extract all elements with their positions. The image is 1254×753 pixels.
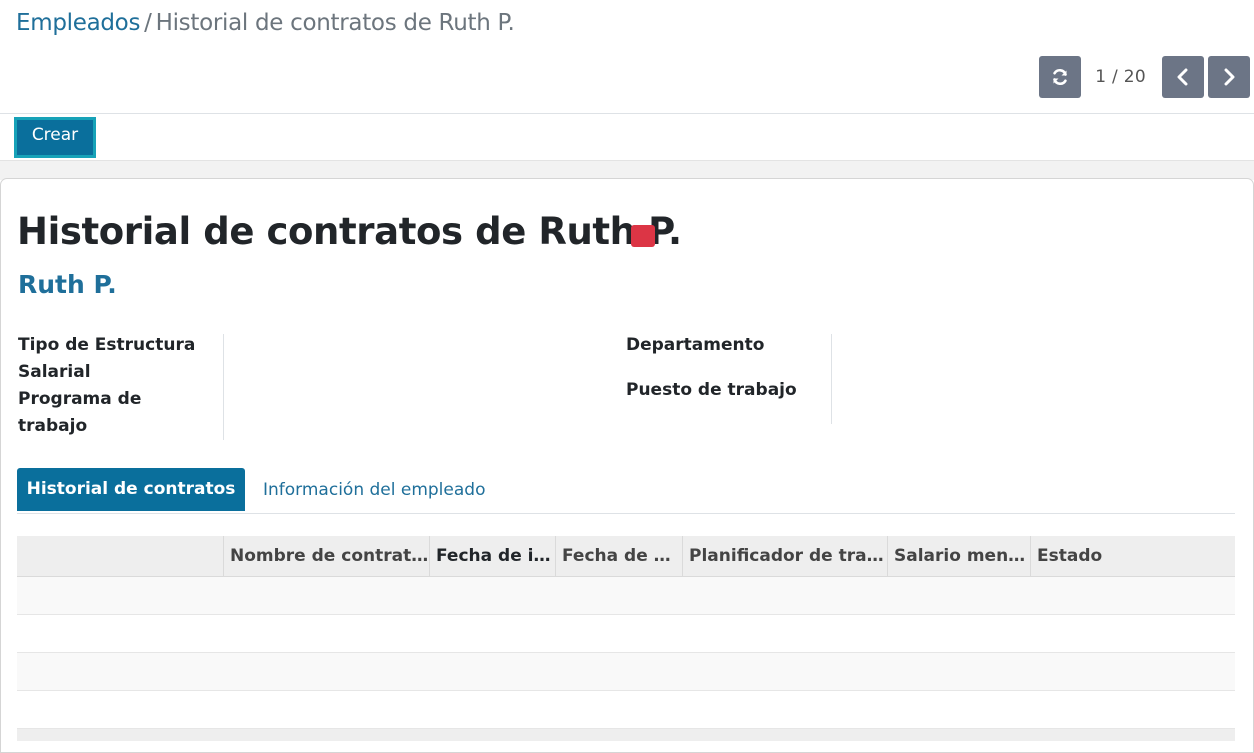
column-header-status[interactable]: Estado (1030, 536, 1235, 577)
chevron-left-icon (1177, 68, 1188, 86)
breadcrumb: Empleados / Historial de contratos de Ruth… (16, 10, 515, 36)
job-position-label: Puesto de trabajo (626, 380, 797, 400)
salary-structure-type-label: Tipo de Estructura Salarial (18, 335, 196, 382)
select-column-header[interactable] (17, 536, 223, 577)
notebook-tabs: Historial de contratos Información del e… (17, 468, 1235, 514)
tab-contract-history[interactable]: Historial de contratos (17, 468, 245, 511)
column-header-start-date[interactable]: Fecha de i… (429, 536, 555, 577)
breadcrumb-separator: / (144, 10, 152, 36)
table-row-empty (17, 691, 1235, 729)
pager-value[interactable]: 1 / 20 (1095, 67, 1146, 87)
record-title[interactable]: Historial de contratos de Ruth P. (17, 210, 682, 253)
employee-link[interactable]: Ruth P. (18, 270, 117, 299)
control-panel-divider (0, 113, 1254, 114)
work-schedule-label: Programa de trabajo (18, 389, 142, 436)
create-button[interactable]: Crear (17, 120, 93, 155)
contracts-table: Nombre de contrat… Fecha de i… Fecha de … (17, 536, 1235, 741)
table-header: Nombre de contrat… Fecha de i… Fecha de … (17, 536, 1235, 577)
column-header-monthly-salary[interactable]: Salario mens… (887, 536, 1030, 577)
column-header-work-schedule[interactable]: Planificador de trab… (682, 536, 887, 577)
refresh-icon (1053, 68, 1068, 86)
status-color-indicator[interactable] (631, 225, 655, 247)
next-record-button[interactable] (1208, 56, 1250, 98)
table-row-empty (17, 653, 1235, 691)
table-footer (17, 729, 1235, 741)
create-button-focus-ring: Crear (14, 117, 96, 158)
breadcrumb-current: Historial de contratos de Ruth P. (155, 10, 515, 36)
refresh-button[interactable] (1039, 56, 1082, 98)
field-divider-left (223, 334, 224, 440)
column-header-contract-name[interactable]: Nombre de contrat… (223, 536, 429, 577)
pager-navigation (1162, 56, 1250, 98)
pager: 1 / 20 (1039, 56, 1250, 98)
column-header-end-date[interactable]: Fecha de fi… (555, 536, 682, 577)
previous-record-button[interactable] (1162, 56, 1204, 98)
field-divider-right (831, 334, 832, 424)
table-row-empty (17, 615, 1235, 653)
department-label: Departamento (626, 335, 765, 355)
breadcrumb-employees-link[interactable]: Empleados (16, 10, 140, 36)
tab-employee-information[interactable]: Información del empleado (263, 468, 485, 511)
table-row-empty (17, 577, 1235, 615)
chevron-right-icon (1224, 68, 1235, 86)
form-background-stripe (0, 160, 1254, 180)
control-panel: Empleados / Historial de contratos de Ruth… (0, 0, 1254, 160)
